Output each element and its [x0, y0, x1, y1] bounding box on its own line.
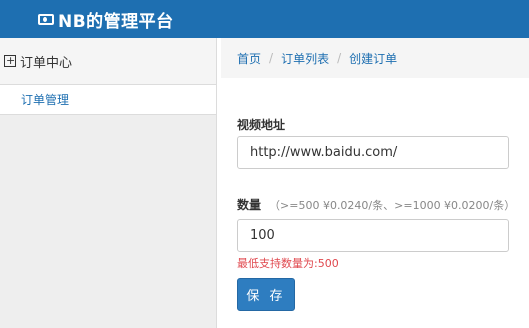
sidebar: 订单中心 订单管理: [0, 38, 217, 328]
video-url-label: 视频地址: [237, 118, 286, 132]
create-order-form: 视频地址 数量 （>=500 ¥0.0240/条、>=1000 ¥0.0200/条…: [221, 78, 529, 328]
top-bar: NB的管理平台: [0, 0, 529, 38]
quantity-label: 数量: [237, 198, 262, 212]
breadcrumb: 首页 / 订单列表 / 创建订单: [221, 38, 529, 78]
sidebar-item-order-management[interactable]: 订单管理: [0, 85, 216, 115]
sidebar-group-label: 订单中心: [20, 55, 73, 71]
breadcrumb-home[interactable]: 首页: [237, 50, 261, 67]
app-title[interactable]: NB的管理平台: [58, 7, 174, 32]
sidebar-group-order-center[interactable]: 订单中心: [0, 38, 216, 85]
calendar-plus-icon: [4, 53, 16, 68]
save-button[interactable]: 保 存: [237, 278, 295, 311]
quantity-label-row: 数量 （>=500 ¥0.0240/条、>=1000 ¥0.0200/条）: [237, 196, 515, 213]
quantity-price-hint: （>=500 ¥0.0240/条、>=1000 ¥0.0200/条）: [269, 199, 516, 212]
quantity-input[interactable]: [237, 219, 509, 252]
breadcrumb-order-list[interactable]: 订单列表: [281, 50, 329, 67]
video-url-input[interactable]: [237, 136, 509, 169]
money-bill-icon: [38, 13, 54, 25]
breadcrumb-separator: /: [337, 51, 342, 65]
sidebar-item-label: 订单管理: [21, 93, 70, 107]
breadcrumb-separator: /: [269, 51, 274, 65]
quantity-error-message: 最低支持数量为:500: [237, 257, 339, 270]
breadcrumb-create-order[interactable]: 创建订单: [349, 50, 397, 67]
